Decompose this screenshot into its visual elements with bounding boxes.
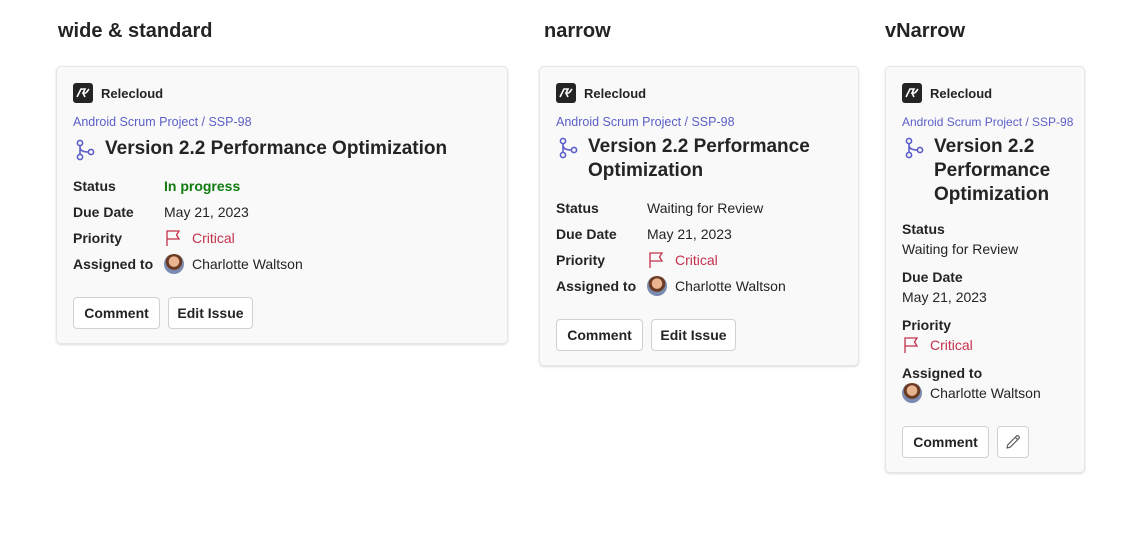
fact-label: Assigned to — [556, 278, 637, 294]
issue-title-line: Optimization — [588, 160, 704, 181]
issue-title-line: Performance — [934, 160, 1051, 181]
brand-name: Relecloud — [584, 85, 647, 101]
issue-title-line: Version 2.2 — [934, 136, 1035, 157]
status-value: In progress — [164, 178, 241, 194]
fact-label: Priority — [73, 230, 123, 246]
priority-value: Critical — [930, 337, 973, 353]
edit-issue-button[interactable]: Edit Issue — [168, 297, 253, 329]
branch-icon — [76, 139, 95, 161]
assignee-wrap: Charlotte Waltson — [164, 254, 303, 274]
issue-breadcrumb-link[interactable]: Android Scrum Project / SSP-98 — [556, 115, 735, 129]
priority-value-wrap: Critical — [164, 228, 235, 248]
relecloud-logo-icon — [556, 83, 576, 103]
issue-title-line: Version 2.2 Performance — [588, 136, 810, 157]
priority-value: Critical — [192, 230, 235, 246]
fact-label-due-date: Due Date — [902, 269, 963, 285]
issue-title: Version 2.2 Performance Optimization — [934, 135, 1050, 207]
fact-due-date: Due Date May 21, 2023 — [73, 202, 249, 222]
fact-status: Status Waiting for Review — [556, 198, 763, 218]
issue-card-narrow: Relecloud Android Scrum Project / SSP-98… — [539, 66, 859, 366]
avatar — [164, 254, 184, 274]
due-date-value: May 21, 2023 — [164, 204, 249, 220]
assignee-name: Charlotte Waltson — [675, 278, 786, 294]
issue-card-vnarrow: Relecloud Android Scrum Project / SSP-98… — [885, 66, 1085, 473]
flag-icon — [904, 337, 919, 353]
section-heading-vnarrow: vNarrow — [885, 20, 966, 42]
fact-due-date: Due Date May 21, 2023 — [556, 224, 732, 244]
issue-title-row: Version 2.2 Performance Optimization — [902, 135, 1050, 207]
avatar — [647, 276, 667, 296]
section-heading-wide: wide & standard — [58, 20, 213, 42]
issue-title-row: Version 2.2 Performance Optimization — [556, 135, 810, 183]
issue-breadcrumb-link[interactable]: Android Scrum Project / SSP-98 — [73, 115, 252, 129]
fact-label-priority: Priority — [902, 317, 952, 333]
issue-card-wide: Relecloud Android Scrum Project / SSP-98… — [56, 66, 508, 344]
comment-button[interactable]: Comment — [73, 297, 160, 329]
brand-name: Relecloud — [101, 85, 164, 101]
fact-label-status: Status — [902, 221, 945, 237]
status-value: Waiting for Review — [647, 200, 764, 216]
fact-label: Status — [73, 178, 116, 194]
fact-priority: Priority Critical — [556, 250, 718, 270]
issue-title: Version 2.2 Performance Optimization — [105, 138, 448, 159]
relecloud-logo-icon — [73, 83, 93, 103]
due-date-value: May 21, 2023 — [902, 289, 987, 305]
priority-value-wrap: Critical — [902, 335, 973, 355]
issue-breadcrumb-link[interactable]: Android Scrum Project / SSP-98 — [902, 115, 1073, 129]
due-date-value: May 21, 2023 — [647, 226, 732, 242]
relecloud-logo-icon — [902, 83, 922, 103]
fact-priority: Priority Critical — [73, 228, 235, 248]
issue-title-line: Optimization — [934, 184, 1050, 205]
pencil-icon — [1006, 435, 1020, 449]
brand-header: Relecloud — [73, 83, 163, 103]
fact-label: Due Date — [73, 204, 134, 220]
issue-title: Version 2.2 Performance Optimization — [588, 135, 810, 183]
branch-icon — [559, 137, 578, 159]
fact-status: Status In progress — [73, 176, 240, 196]
flag-icon — [166, 230, 181, 246]
assignee-wrap: Charlotte Waltson — [902, 383, 1041, 403]
fact-label: Assigned to — [73, 256, 154, 272]
branch-icon — [905, 137, 924, 159]
section-heading-narrow: narrow — [544, 20, 611, 42]
fact-label: Priority — [556, 252, 606, 268]
edit-issue-button[interactable] — [997, 426, 1029, 458]
fact-label-assigned: Assigned to — [902, 365, 983, 381]
comment-button[interactable]: Comment — [902, 426, 989, 458]
fact-label: Status — [556, 200, 599, 216]
assignee-name: Charlotte Waltson — [192, 256, 303, 272]
avatar — [902, 383, 922, 403]
issue-title-row: Version 2.2 Performance Optimization — [73, 137, 447, 162]
fact-assigned: Assigned to Charlotte Waltson — [73, 254, 303, 274]
brand-header: Relecloud — [902, 83, 992, 103]
assignee-wrap: Charlotte Waltson — [647, 276, 786, 296]
brand-header: Relecloud — [556, 83, 646, 103]
fact-assigned: Assigned to Charlotte Waltson — [556, 276, 786, 296]
priority-value-wrap: Critical — [647, 250, 718, 270]
status-value: Waiting for Review — [902, 241, 1019, 257]
edit-issue-button[interactable]: Edit Issue — [651, 319, 736, 351]
assignee-name: Charlotte Waltson — [930, 385, 1041, 401]
flag-icon — [649, 252, 664, 268]
brand-name: Relecloud — [930, 85, 993, 101]
priority-value: Critical — [675, 252, 718, 268]
fact-label: Due Date — [556, 226, 617, 242]
comment-button[interactable]: Comment — [556, 319, 643, 351]
